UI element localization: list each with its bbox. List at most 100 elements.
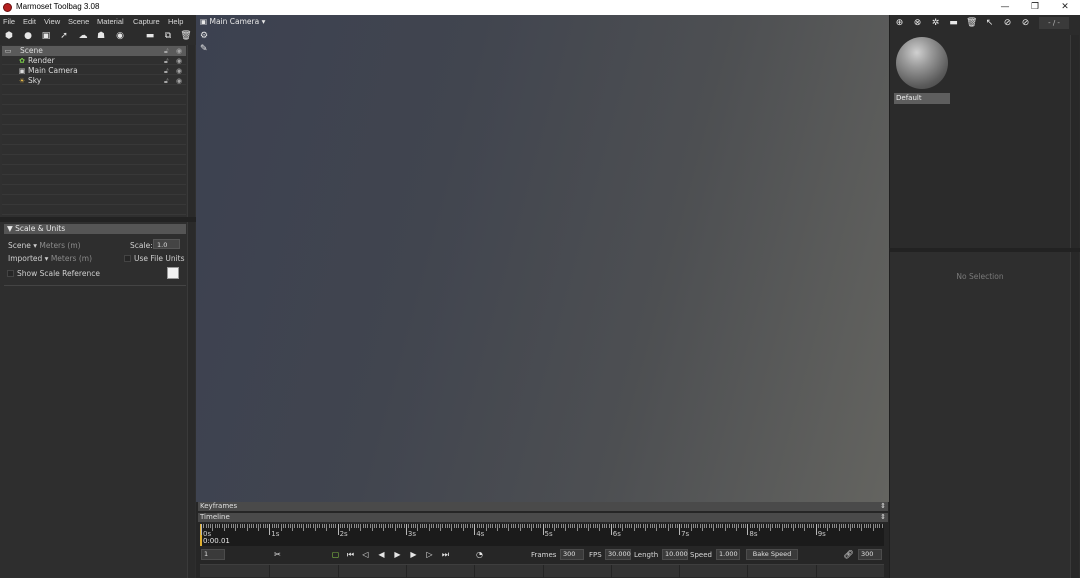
- ruler-minor-tick: [401, 524, 403, 528]
- add-texture-project-icon[interactable]: ◉: [114, 30, 126, 42]
- maximize-button[interactable]: ❐: [1020, 0, 1050, 15]
- assign-material-icon[interactable]: ⊘: [1002, 18, 1013, 29]
- link-icon[interactable]: 🔗︎: [843, 549, 854, 560]
- ruler-minor-tick: [317, 524, 319, 528]
- material-sort-dropdown[interactable]: - / -: [1039, 17, 1069, 29]
- imported-unit-row[interactable]: Imported ▾ Meters (m): [8, 254, 92, 263]
- add-material-icon[interactable]: ⊕: [894, 18, 905, 29]
- menu-capture[interactable]: Capture: [133, 17, 160, 26]
- material-folder-icon[interactable]: ▬: [948, 18, 959, 29]
- scale-reference-color-swatch[interactable]: [167, 267, 179, 279]
- duplicate-material-icon[interactable]: ⊗: [912, 18, 923, 29]
- ruler-minor-tick: [856, 524, 858, 528]
- ruler-minor-tick: [843, 524, 844, 528]
- ruler-time-label: 3s: [407, 530, 416, 538]
- ruler-minor-tick: [257, 524, 259, 531]
- visibility-eye-icon[interactable]: ◉: [176, 56, 182, 66]
- ruler-minor-tick: [706, 524, 708, 528]
- tree-node-scene[interactable]: ▭ Scene 🔓︎ ◉: [2, 46, 186, 56]
- jump-start-icon[interactable]: ⏮: [345, 549, 356, 560]
- clear-unused-icon[interactable]: ✲: [930, 18, 941, 29]
- jump-end-icon[interactable]: ⏭: [440, 549, 451, 560]
- properties-scrollbar-right[interactable]: [1070, 252, 1079, 578]
- material-name-label[interactable]: Default: [894, 93, 950, 104]
- duplicate-icon[interactable]: ⧉: [162, 30, 174, 42]
- play-icon[interactable]: ▶: [392, 549, 403, 560]
- menu-file[interactable]: File: [3, 17, 15, 26]
- prev-frame-icon[interactable]: ◀: [376, 549, 387, 560]
- ruler-minor-tick: [649, 524, 651, 528]
- material-scrollbar[interactable]: [1070, 35, 1079, 248]
- add-mesh-icon[interactable]: ⬢: [3, 30, 15, 42]
- timeline-ruler[interactable]: 0:00.01 0s 1s 2s 3s 4s 5s 6s 7s 8s 9s: [200, 524, 884, 546]
- lock-icon[interactable]: 🔓︎: [164, 56, 169, 66]
- keyframes-header[interactable]: Keyframes ⇕: [198, 502, 888, 511]
- bake-speed-button[interactable]: Bake Speed: [746, 549, 798, 560]
- menu-help[interactable]: Help: [168, 17, 183, 26]
- ruler-minor-tick: [403, 524, 405, 528]
- ruler-minor-tick: [526, 524, 528, 528]
- show-scale-reference-checkbox[interactable]: [7, 270, 14, 277]
- scale-units-header[interactable]: ▼ Scale & Units: [4, 224, 186, 234]
- visibility-eye-icon[interactable]: ◉: [176, 66, 182, 76]
- frames-input[interactable]: 300: [560, 549, 584, 560]
- outliner-scrollbar[interactable]: [187, 45, 195, 217]
- folder-icon[interactable]: ▬: [144, 30, 156, 42]
- delete-material-icon[interactable]: 🗑: [966, 18, 977, 29]
- properties-scrollbar[interactable]: [187, 222, 195, 578]
- next-frame-icon[interactable]: ▶: [408, 549, 419, 560]
- current-frame-input[interactable]: 1: [201, 549, 225, 560]
- ruler-minor-tick: [820, 524, 822, 528]
- tree-node-main-camera[interactable]: ▣ Main Camera 🔓︎ ◉: [2, 66, 186, 76]
- scene-unit-row[interactable]: Scene ▾ Meters (m): [8, 241, 81, 250]
- speed-input[interactable]: 1.000: [716, 549, 740, 560]
- ruler-minor-tick: [380, 524, 382, 528]
- end-frame-input[interactable]: 300: [858, 549, 882, 560]
- tree-node-sky[interactable]: ☀ Sky 🔓︎ ◉: [2, 76, 186, 86]
- expand-icon[interactable]: ⇕: [880, 502, 886, 511]
- menu-scene[interactable]: Scene: [68, 17, 89, 26]
- lock-icon[interactable]: 🔓︎: [164, 76, 169, 86]
- add-light-icon[interactable]: ●: [22, 30, 34, 42]
- prev-key-icon[interactable]: ◁: [360, 549, 371, 560]
- menu-material[interactable]: Material: [97, 17, 124, 26]
- lock-icon[interactable]: 🔓︎: [164, 46, 169, 56]
- add-shadow-catcher-icon[interactable]: ☁: [77, 30, 89, 42]
- add-turntable-icon[interactable]: ➚: [58, 30, 70, 42]
- delete-icon[interactable]: 🗑: [180, 30, 192, 42]
- 3d-viewport[interactable]: ▣ Main Camera ▾ ⚙ ✎: [196, 15, 889, 502]
- pick-material-icon[interactable]: ↖: [984, 18, 995, 29]
- ruler-minor-tick: [221, 524, 223, 528]
- visibility-eye-icon[interactable]: ◉: [176, 76, 182, 86]
- ruler-minor-tick: [663, 524, 665, 528]
- fps-input[interactable]: 30.000: [605, 549, 631, 560]
- add-camera-icon[interactable]: ▣: [40, 30, 52, 42]
- viewport-settings-gear-icon[interactable]: ⚙: [200, 31, 210, 41]
- close-button[interactable]: ✕: [1050, 0, 1080, 15]
- scale-input[interactable]: 1.0: [153, 239, 180, 249]
- ruler-minor-tick: [535, 524, 537, 528]
- use-file-units-checkbox[interactable]: [124, 255, 131, 262]
- visibility-eye-icon[interactable]: ◉: [176, 46, 182, 56]
- ruler-minor-tick: [519, 524, 521, 531]
- minimize-button[interactable]: —: [990, 0, 1020, 15]
- length-input[interactable]: 10.000: [662, 549, 688, 560]
- lock-icon[interactable]: 🔓︎: [164, 66, 169, 76]
- menu-edit[interactable]: Edit: [23, 17, 36, 26]
- keyframe-tool-icon[interactable]: ✂: [272, 549, 283, 560]
- tree-node-render[interactable]: ✿ Render 🔓︎ ◉: [2, 56, 186, 66]
- ruler-minor-tick: [754, 524, 756, 528]
- timeline-header[interactable]: Timeline ⇕: [198, 513, 888, 522]
- speed-dial-icon[interactable]: ◔: [474, 549, 485, 560]
- ruler-minor-tick: [219, 524, 221, 528]
- material-thumbnail-default[interactable]: [896, 37, 948, 89]
- material-settings-icon[interactable]: ⊘: [1020, 18, 1031, 29]
- keyframe-track[interactable]: [200, 564, 884, 578]
- next-key-icon[interactable]: ▷: [424, 549, 435, 560]
- collapse-icon[interactable]: ⇕: [880, 513, 886, 522]
- loop-icon[interactable]: ▢: [330, 549, 341, 560]
- menu-view[interactable]: View: [44, 17, 60, 26]
- camera-select-dropdown[interactable]: ▣ Main Camera ▾: [200, 17, 265, 26]
- add-fog-icon[interactable]: ☗: [95, 30, 107, 42]
- viewport-tool-wrench-icon[interactable]: ✎: [200, 44, 210, 54]
